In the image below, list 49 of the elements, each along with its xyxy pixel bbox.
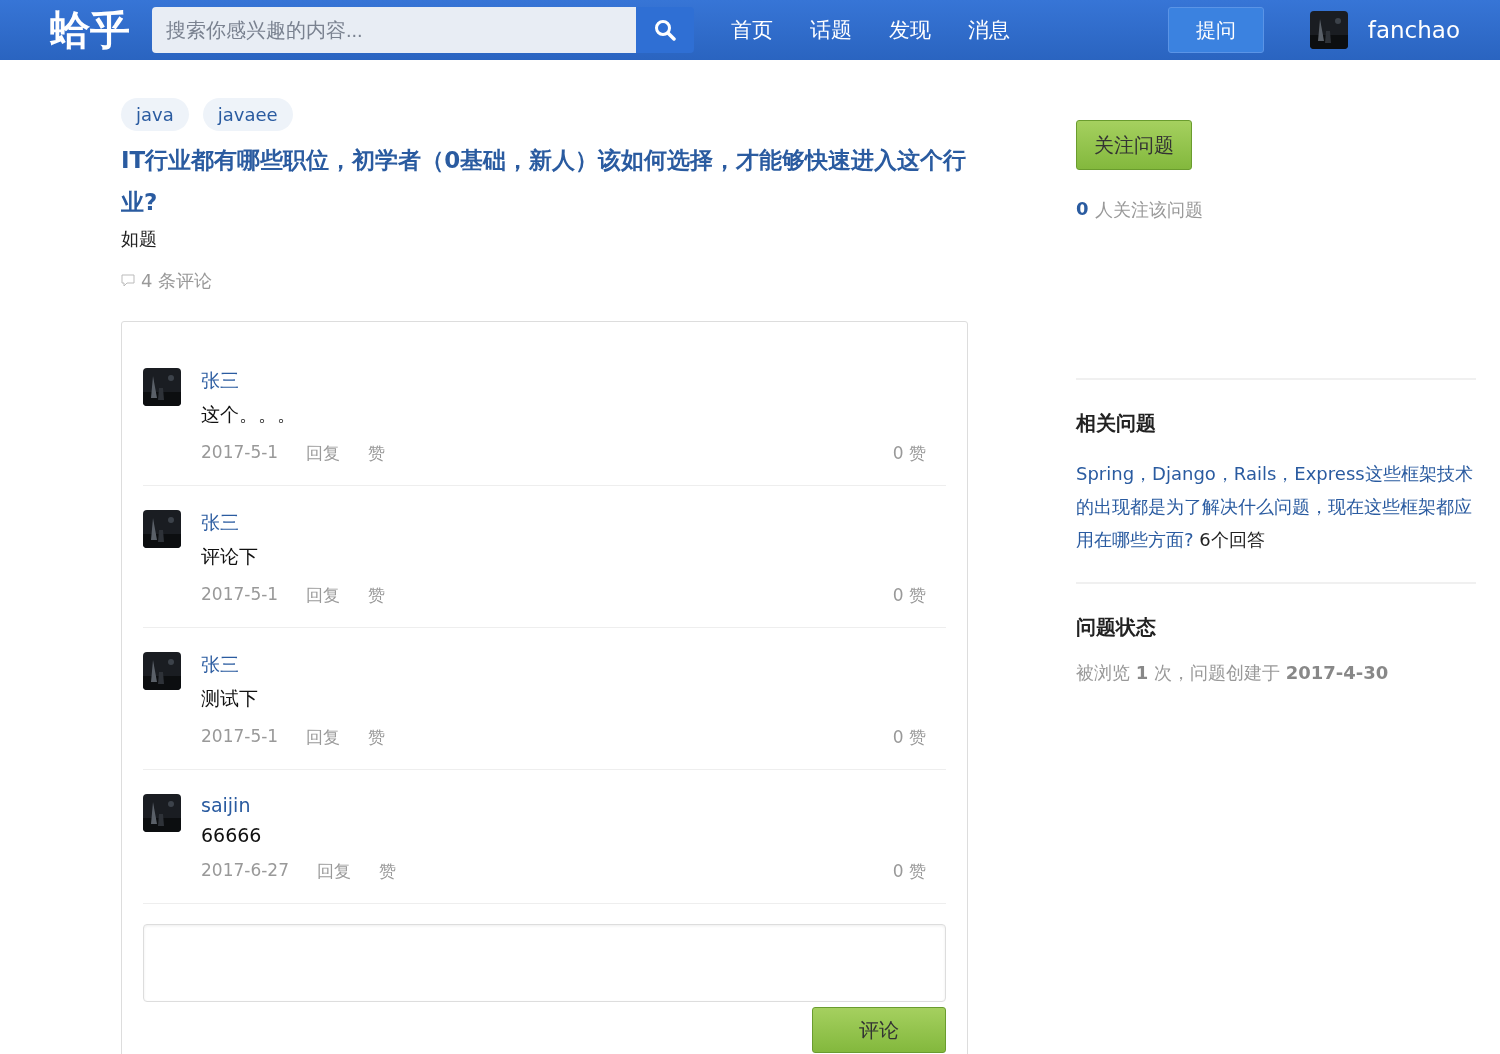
comment-date: 2017-5-1 [201,726,279,748]
comment-text: 这个。。。 [201,402,297,427]
reply-link[interactable]: 回复 [317,860,351,883]
tag[interactable]: java [121,98,189,131]
follow-label: 人关注该问题 [1094,198,1203,222]
nav-link[interactable]: 首页 [731,16,773,44]
like-link[interactable]: 赞 [368,584,386,607]
reply-link[interactable]: 回复 [306,584,341,607]
user-menu[interactable]: fanchao [1309,11,1460,49]
nav-link[interactable]: 发现 [889,16,931,44]
like-count: 0 赞 [892,726,926,749]
section-title: 相关问题 [1076,410,1157,437]
comment-text: 66666 [201,824,263,846]
search-icon [654,19,676,41]
ask-button[interactable]: 提问 [1167,7,1264,53]
like-link[interactable]: 赞 [368,442,386,465]
tag[interactable]: javaee [202,98,293,131]
comment-date: 2017-5-1 [201,584,279,606]
search-button[interactable] [636,7,694,53]
question-status: 被浏览 1 次，问题创建于 2017-4-30 [1076,661,1390,685]
comment-button[interactable]: 评论 [812,1007,946,1053]
like-count: 0 赞 [892,860,926,883]
question-body: 如题 [121,227,158,251]
nav-link[interactable]: 消息 [968,16,1010,44]
question-title: IT行业都有哪些职位，初学者（0基础，新人）该如何选择，才能够快速进入这个行业? [121,146,968,217]
comment-icon [121,274,135,288]
comment-author[interactable]: saijin [201,794,946,816]
reply-link[interactable]: 回复 [306,442,341,465]
related-question[interactable]: Spring，Django，Rails，Express这些框架技术的出现都是为了解决什么问题，现在这些框架都应用在哪些方面? 6个回答 [1076,457,1476,556]
search-field[interactable]: 搜索你感兴趣的内容... [152,7,636,53]
comment-date: 2017-6-27 [201,860,289,882]
logo[interactable]: 蛤乎 [50,2,130,58]
reply-link[interactable]: 回复 [306,726,341,749]
comment-author[interactable]: 张三 [201,510,946,536]
comment-input[interactable] [143,924,946,1002]
comment-count-link[interactable]: 4 条评论 [121,269,968,293]
comment-text: 评论下 [201,544,259,569]
follow-button[interactable]: 关注问题 [1076,120,1192,170]
like-count: 0 赞 [892,442,926,465]
like-link[interactable]: 赞 [379,860,396,883]
like-count: 0 赞 [892,584,926,607]
comment-text: 测试下 [201,686,259,711]
comment-date: 2017-5-1 [201,442,279,464]
comment-author[interactable]: 张三 [201,368,946,394]
section-title: 问题状态 [1076,614,1157,641]
like-link[interactable]: 赞 [368,726,386,749]
nav-link[interactable]: 话题 [810,16,852,44]
comment-author[interactable]: 张三 [201,652,946,678]
follow-count: 0 [1076,198,1089,221]
